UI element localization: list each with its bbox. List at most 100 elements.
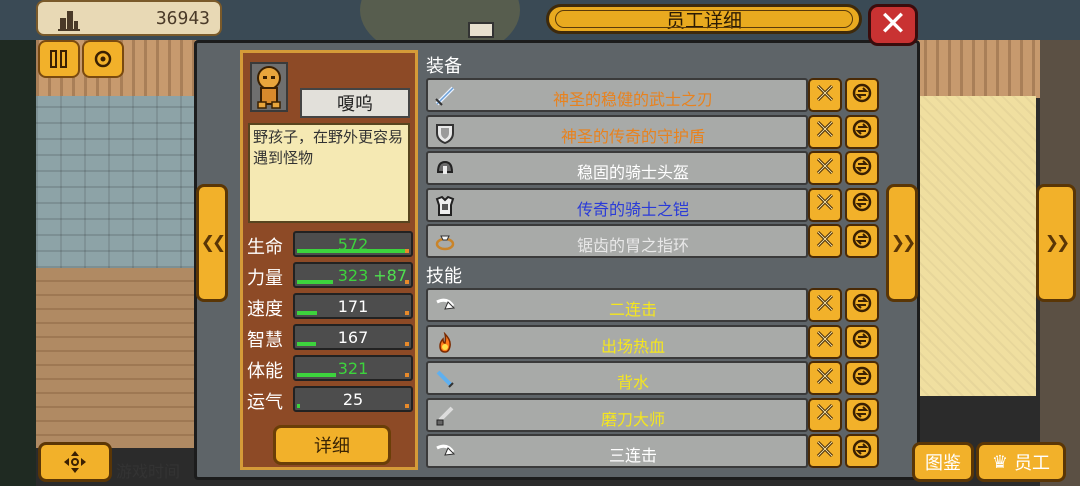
- equipment-remove-button[interactable]: [808, 78, 842, 112]
- equipment-swap-button[interactable]: [845, 224, 879, 258]
- skill-name: 磨刀大师: [600, 409, 665, 429]
- stat-label: 体能: [247, 361, 283, 382]
- skill-remove-button[interactable]: [808, 397, 842, 432]
- swap-icon: [851, 365, 873, 392]
- swap-icon: [851, 118, 873, 145]
- skill-row[interactable]: 背水: [426, 361, 808, 395]
- detail-button-label: 详细: [314, 436, 350, 457]
- equipment-swap-button[interactable]: [845, 114, 879, 149]
- wild-child-avatar: [257, 66, 281, 109]
- detail-button[interactable]: 详细: [273, 425, 391, 465]
- stat-bonus: +87: [373, 266, 407, 285]
- pause-icon: [50, 50, 67, 68]
- unequip-icon: [814, 191, 836, 218]
- water-blade-icon: [432, 367, 458, 391]
- stat-value: 25: [342, 390, 364, 409]
- swap-icon: [851, 401, 873, 428]
- character-name-text: 嗄呜: [337, 94, 373, 115]
- stat-value: 167: [337, 328, 369, 347]
- equipment-row[interactable]: 稳固的骑士头盔: [426, 151, 808, 185]
- stat-label: 生命: [247, 237, 283, 258]
- encyclopedia-button[interactable]: 图鉴: [912, 442, 974, 482]
- skill-row[interactable]: 三连击: [426, 434, 808, 468]
- equipment-remove-button[interactable]: [808, 187, 842, 222]
- equipment-remove-button[interactable]: [808, 224, 842, 258]
- equipment-swap-button[interactable]: [845, 151, 879, 185]
- whetstone-icon: [432, 404, 458, 428]
- unequip-icon: [814, 118, 836, 145]
- skill-remove-button[interactable]: [808, 288, 842, 322]
- equipment-row[interactable]: 锯齿的胃之指环: [426, 224, 808, 258]
- equipment-name: 稳固的骑士头盔: [576, 163, 689, 182]
- world-left-edge: [0, 40, 36, 486]
- skill-remove-button[interactable]: [808, 434, 842, 468]
- stat-label: 力量: [247, 268, 283, 289]
- stat-value: 572: [337, 235, 369, 254]
- ring-icon: [432, 230, 458, 254]
- stat-label: 速度: [247, 299, 283, 320]
- skill-row[interactable]: 二连击: [426, 288, 808, 322]
- equipment-name: 神圣的稳健的武士之刃: [552, 90, 713, 109]
- skill-swap-button[interactable]: [845, 397, 879, 432]
- skill-remove-button[interactable]: [808, 361, 842, 395]
- armor-icon: [432, 194, 458, 218]
- next-employee-button[interactable]: ❯❯: [886, 184, 918, 302]
- skill-swap-button[interactable]: [845, 324, 879, 359]
- unequip-icon: [814, 82, 836, 109]
- skill-swap-button[interactable]: [845, 434, 879, 468]
- double-left-arrow-icon: ❮❮: [200, 233, 226, 253]
- swap-icon: [851, 438, 873, 465]
- triple-strike-icon: [432, 440, 458, 464]
- stat-value: 321: [337, 359, 369, 378]
- pause-button[interactable]: [38, 40, 80, 78]
- unequip-icon: [814, 155, 836, 182]
- equipment-swap-button[interactable]: [845, 78, 879, 112]
- skill-swap-button[interactable]: [845, 361, 879, 395]
- stat-label: 运气: [247, 392, 283, 413]
- equipment-heading: 装备: [426, 56, 462, 77]
- unequip-icon: [814, 228, 836, 255]
- close-button[interactable]: ✕: [868, 4, 918, 46]
- sword-icon: [432, 84, 458, 108]
- swap-icon: [851, 155, 873, 182]
- equipment-row[interactable]: 神圣的传奇的守护盾: [426, 114, 808, 149]
- fire-icon: [432, 331, 458, 355]
- shield-icon: [432, 121, 458, 145]
- settings-button[interactable]: [82, 40, 124, 78]
- equipment-name: 锯齿的胃之指环: [576, 236, 689, 255]
- swap-icon: [851, 191, 873, 218]
- equipment-row[interactable]: 传奇的骑士之铠: [426, 187, 808, 222]
- skill-name: 背水: [616, 373, 649, 392]
- stat-label: 智慧: [247, 330, 283, 351]
- equipment-remove-button[interactable]: [808, 151, 842, 185]
- equipment-swap-button[interactable]: [845, 187, 879, 222]
- prev-employee-button[interactable]: ❮❮: [196, 184, 228, 302]
- character-portrait: [250, 62, 288, 112]
- stone-floor-room[interactable]: [36, 96, 200, 268]
- skill-row[interactable]: 磨刀大师: [426, 397, 808, 432]
- sand-floor-room[interactable]: [916, 96, 1036, 396]
- wooden-floor-room[interactable]: [36, 268, 200, 448]
- move-camera-button[interactable]: [38, 442, 112, 482]
- swap-icon: [851, 292, 873, 319]
- character-name: 嗄呜: [300, 88, 410, 118]
- gear-icon: [94, 50, 112, 68]
- stat-bar: 167: [293, 324, 413, 350]
- next-page-button[interactable]: ❯❯: [1036, 184, 1076, 302]
- stat-value: 171: [337, 297, 369, 316]
- skill-swap-button[interactable]: [845, 288, 879, 322]
- staff-label: 员工: [1014, 453, 1051, 474]
- equipment-row[interactable]: 神圣的稳健的武士之刃: [426, 78, 808, 112]
- equipment-remove-button[interactable]: [808, 114, 842, 149]
- stat-bar: 171: [293, 293, 413, 319]
- skill-row[interactable]: 出场热血: [426, 324, 808, 359]
- stat-bar: 323 +87: [293, 262, 413, 288]
- skill-remove-button[interactable]: [808, 324, 842, 359]
- unequip-icon: [814, 438, 836, 465]
- unequip-icon: [814, 328, 836, 355]
- building-stack-icon: [58, 11, 80, 31]
- building-icon: [468, 22, 494, 38]
- dialog-title-bar: 员工详细: [546, 4, 862, 34]
- equipment-name: 神圣的传奇的守护盾: [560, 126, 705, 146]
- staff-button[interactable]: ♛ 员工: [976, 442, 1066, 482]
